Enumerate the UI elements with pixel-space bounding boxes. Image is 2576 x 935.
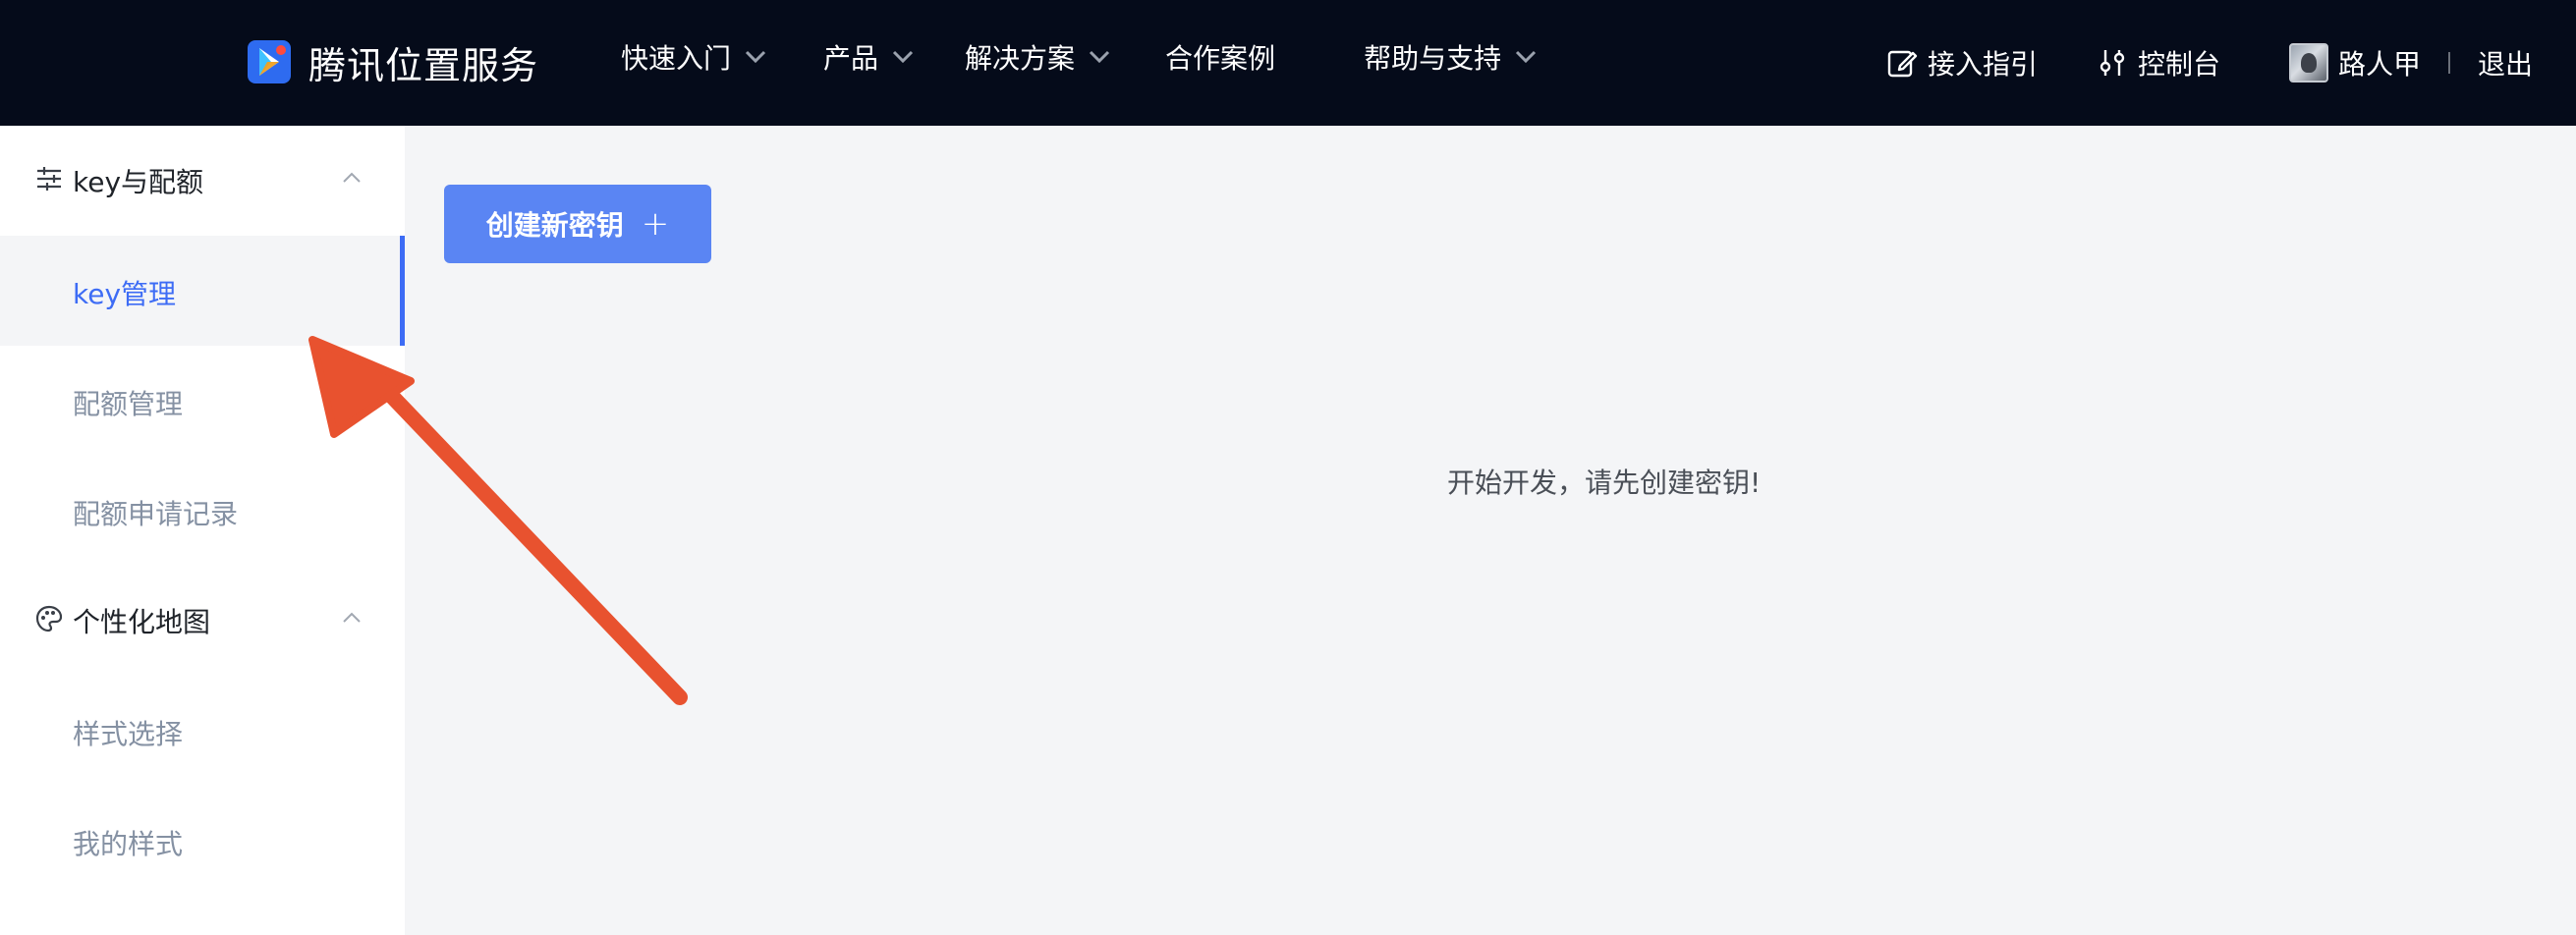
nav-label: 产品 (823, 42, 879, 75)
sliders-icon (37, 167, 61, 191)
console-label: 控制台 (2137, 48, 2220, 81)
avatar (2288, 43, 2328, 82)
edit-icon (1887, 50, 1918, 78)
sidebar-item-label: key管理 (73, 278, 177, 310)
brand[interactable]: 腾讯位置服务 (246, 33, 538, 90)
chevron-down-icon (745, 50, 766, 64)
brand-name: 腾讯位置服务 (308, 43, 539, 87)
logout-label: 退出 (2477, 48, 2533, 81)
sidebar-group-key-quota[interactable]: key与配额 (0, 126, 405, 236)
main-nav: 快速入门 产品 解决方案 合作案例 帮助与支持 (621, 35, 1537, 79)
username: 路人甲 (2337, 48, 2421, 81)
sidebar-item-label: 配额申请记录 (73, 498, 239, 530)
guide-link[interactable]: 接入指引 (1886, 43, 2038, 82)
console-link[interactable]: 控制台 (2097, 43, 2220, 82)
sliders-icon (2100, 50, 2125, 76)
chevron-down-icon (1516, 50, 1537, 64)
nav-label: 合作案例 (1165, 42, 1276, 75)
user-menu[interactable]: 路人甲 (2288, 43, 2421, 82)
group-label: 个性化地图 (73, 606, 211, 638)
chevron-down-icon (1089, 50, 1110, 64)
user-nav: 接入指引 控制台 路人甲 退出 (1886, 41, 2533, 84)
nav-help-support[interactable]: 帮助与支持 (1364, 37, 1537, 77)
nav-label: 快速入门 (621, 42, 732, 75)
chevron-up-icon (343, 172, 361, 183)
chevron-down-icon (892, 50, 914, 64)
top-navbar: 腾讯位置服务 快速入门 产品 解决方案 合作案例 帮助与支持 接入指引 控制台 … (0, 0, 2576, 126)
create-key-button[interactable]: 创建新密钥 + (444, 185, 711, 263)
sidebar-item-my-styles[interactable]: 我的样式 (0, 786, 405, 896)
nav-label: 帮助与支持 (1364, 42, 1502, 75)
sidebar-item-label: 配额管理 (73, 388, 184, 420)
guide-label: 接入指引 (1927, 48, 2038, 81)
sidebar-item-label: 我的样式 (73, 828, 184, 860)
group-label: key与配额 (73, 166, 204, 198)
nav-products[interactable]: 产品 (823, 37, 914, 77)
create-key-label: 创建新密钥 (485, 209, 624, 242)
sidebar-item-label: 样式选择 (73, 718, 184, 750)
nav-quickstart[interactable]: 快速入门 (621, 37, 766, 77)
empty-state-message: 开始开发，请先创建密钥! (1447, 467, 1762, 499)
tencent-map-logo-icon (246, 38, 293, 85)
palette-icon (35, 605, 63, 632)
nav-solutions[interactable]: 解决方案 (965, 37, 1110, 77)
divider (2447, 52, 2450, 74)
annotation-arrow-icon (308, 336, 688, 705)
logout-link[interactable]: 退出 (2478, 43, 2533, 82)
plus-icon: + (641, 204, 670, 244)
nav-label: 解决方案 (965, 42, 1076, 75)
nav-cases[interactable]: 合作案例 (1165, 37, 1275, 77)
